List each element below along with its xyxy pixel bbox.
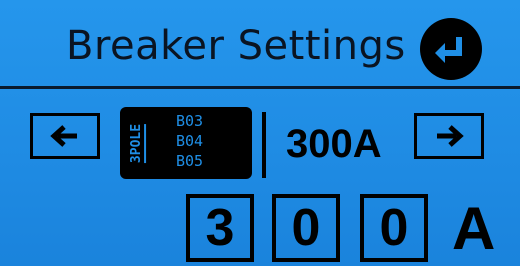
current-rating-value: 300A xyxy=(286,122,382,166)
digit-ones[interactable]: 0 xyxy=(360,194,428,262)
arrow-right-icon xyxy=(437,125,464,147)
vertical-divider xyxy=(262,112,266,178)
enter-return-icon xyxy=(435,37,462,63)
breaker-list: B03 B04 B05 xyxy=(176,111,203,171)
unit-label: A xyxy=(452,195,496,262)
arrow-left-icon xyxy=(50,125,77,147)
page-title: Breaker Settings xyxy=(66,23,406,69)
digit-tens[interactable]: 0 xyxy=(272,194,340,262)
previous-button[interactable] xyxy=(30,113,100,159)
next-button[interactable] xyxy=(414,113,484,159)
header-bar: Breaker Settings xyxy=(0,0,520,88)
enter-button[interactable] xyxy=(420,18,482,80)
header-divider xyxy=(0,86,520,89)
pole-count-label: 3POLE xyxy=(129,123,147,163)
breaker-item: B05 xyxy=(176,152,204,170)
digit-hundreds[interactable]: 3 xyxy=(186,194,254,262)
breaker-item: B04 xyxy=(176,132,204,150)
breaker-group-selector[interactable]: 3POLE B03 B04 B05 xyxy=(120,107,252,179)
lcd-screen: Breaker Settings 3POLE B03 B04 B05 300A xyxy=(0,0,520,266)
breaker-item: B03 xyxy=(176,112,204,130)
